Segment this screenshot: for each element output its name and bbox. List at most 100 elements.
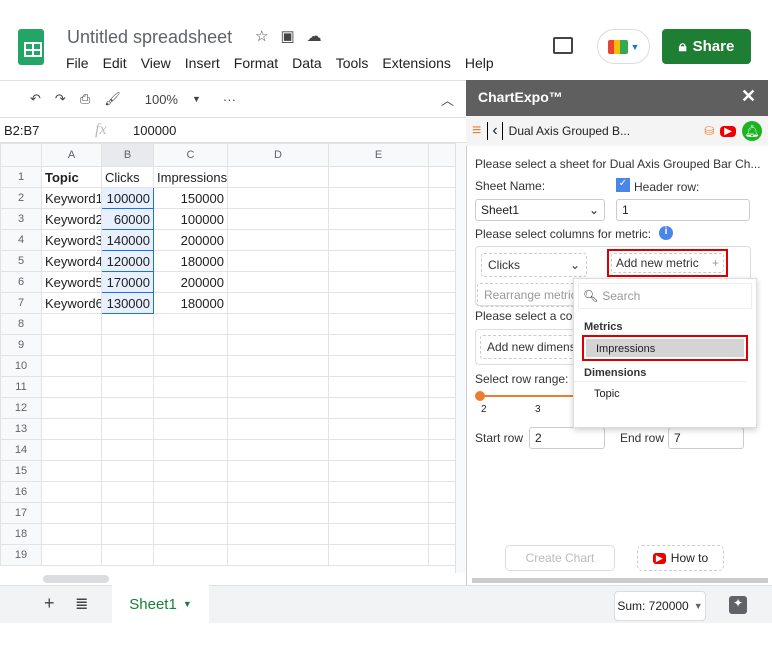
col-header[interactable]: D	[227, 143, 329, 167]
cell[interactable]: 100000	[153, 208, 228, 230]
row-range-track[interactable]	[480, 395, 580, 397]
start-row-input[interactable]: 2	[529, 427, 605, 449]
cell[interactable]	[41, 481, 102, 503]
col-header[interactable]: E	[328, 143, 429, 167]
back-icon[interactable]: ‹	[487, 122, 503, 140]
row-header[interactable]: 6	[0, 271, 42, 293]
cell[interactable]	[328, 418, 429, 440]
cell[interactable]	[328, 355, 429, 377]
cell[interactable]	[428, 544, 456, 566]
cell[interactable]	[428, 376, 456, 398]
cell[interactable]	[41, 460, 102, 482]
menu-tools[interactable]: Tools	[336, 55, 369, 71]
cell[interactable]	[227, 544, 329, 566]
cell[interactable]: 60000	[101, 208, 154, 230]
cell[interactable]	[153, 523, 228, 545]
star-icon[interactable]: ☆	[255, 27, 268, 45]
cell[interactable]: 140000	[101, 229, 154, 251]
cell[interactable]	[428, 397, 456, 419]
cell[interactable]	[428, 502, 456, 524]
col-header[interactable]: A	[41, 143, 102, 167]
cell[interactable]	[227, 250, 329, 272]
sheets-logo[interactable]	[18, 29, 44, 65]
col-header[interactable]: C	[153, 143, 228, 167]
cell[interactable]	[101, 481, 154, 503]
cell[interactable]: Keyword2	[41, 208, 102, 230]
horizontal-scrollbar[interactable]	[41, 573, 455, 585]
cell[interactable]	[101, 418, 154, 440]
youtube-icon[interactable]: ▶	[720, 125, 736, 137]
row-header[interactable]: 4	[0, 229, 42, 251]
cell[interactable]	[153, 313, 228, 335]
comment-icon[interactable]	[553, 37, 573, 54]
cell[interactable]	[328, 271, 429, 293]
how-to-button[interactable]: ▶ How to	[637, 545, 724, 571]
cell[interactable]	[328, 334, 429, 356]
cell[interactable]: 200000	[153, 271, 228, 293]
cell[interactable]	[153, 460, 228, 482]
cell[interactable]	[328, 166, 429, 188]
cell[interactable]	[101, 355, 154, 377]
cell[interactable]	[227, 439, 329, 461]
cell[interactable]	[428, 481, 456, 503]
row-range-handle[interactable]	[475, 391, 485, 401]
explore-icon[interactable]: ✦	[729, 596, 747, 614]
cell[interactable]	[428, 439, 456, 461]
cell[interactable]	[101, 313, 154, 335]
cell[interactable]: Keyword3	[41, 229, 102, 251]
all-sheets-icon[interactable]: ≣	[75, 594, 88, 614]
vertical-scrollbar[interactable]	[455, 143, 466, 573]
cell[interactable]	[227, 418, 329, 440]
close-icon[interactable]: ✕	[741, 86, 756, 107]
search-input[interactable]: Search	[602, 289, 640, 303]
cell[interactable]	[428, 250, 456, 272]
cloud-status-icon[interactable]: ☁	[307, 27, 322, 45]
cell[interactable]	[328, 376, 429, 398]
header-row-checkbox[interactable]: ✓	[616, 178, 630, 192]
cell[interactable]	[227, 523, 329, 545]
rearrange-metric-button[interactable]: Rearrange metric	[477, 283, 577, 307]
cell[interactable]	[101, 376, 154, 398]
cell[interactable]	[428, 271, 456, 293]
row-header[interactable]: 13	[0, 418, 42, 440]
more-icon[interactable]: ···	[223, 92, 236, 107]
undo-icon[interactable]: ↶	[30, 91, 41, 107]
cell[interactable]	[41, 418, 102, 440]
cell[interactable]	[428, 166, 456, 188]
row-header[interactable]: 19	[0, 544, 42, 566]
cell[interactable]	[227, 271, 329, 293]
menu-insert[interactable]: Insert	[185, 55, 220, 71]
share-button[interactable]: 🔒︎ Share	[662, 29, 751, 64]
cell[interactable]: Topic	[41, 166, 102, 188]
cell[interactable]: 120000	[101, 250, 154, 272]
metric-select-clicks[interactable]: Clicks ⌄	[481, 253, 587, 277]
cell[interactable]	[227, 166, 329, 188]
formula-input[interactable]: 100000	[133, 123, 176, 138]
menu-help[interactable]: Help	[465, 55, 494, 71]
cell[interactable]: 180000	[153, 292, 228, 314]
cell[interactable]	[153, 397, 228, 419]
cell[interactable]	[41, 355, 102, 377]
cell[interactable]	[153, 544, 228, 566]
cell[interactable]	[227, 397, 329, 419]
document-title[interactable]: Untitled spreadsheet	[67, 27, 232, 48]
redo-icon[interactable]: ↷	[55, 91, 66, 107]
cell[interactable]	[41, 397, 102, 419]
cell[interactable]: Clicks	[101, 166, 154, 188]
spreadsheet-grid[interactable]: ABCDE 1 Topic Clicks Impressions 2 Keyword1 10…	[0, 143, 456, 566]
menu-edit[interactable]: Edit	[103, 55, 127, 71]
cell[interactable]	[101, 502, 154, 524]
cell[interactable]	[328, 187, 429, 209]
menu-format[interactable]: Format	[234, 55, 278, 71]
cell[interactable]	[428, 523, 456, 545]
panel-scrollbar[interactable]	[472, 578, 768, 583]
cell[interactable]	[227, 334, 329, 356]
cell[interactable]: Keyword5	[41, 271, 102, 293]
cell[interactable]: Keyword4	[41, 250, 102, 272]
meet-button[interactable]: ▼	[597, 29, 650, 64]
chevron-down-icon[interactable]: ▼	[183, 599, 192, 609]
hamburger-icon[interactable]: ≡	[472, 122, 481, 140]
create-chart-button[interactable]: Create Chart	[505, 545, 615, 571]
cell[interactable]	[41, 544, 102, 566]
cell[interactable]	[328, 439, 429, 461]
